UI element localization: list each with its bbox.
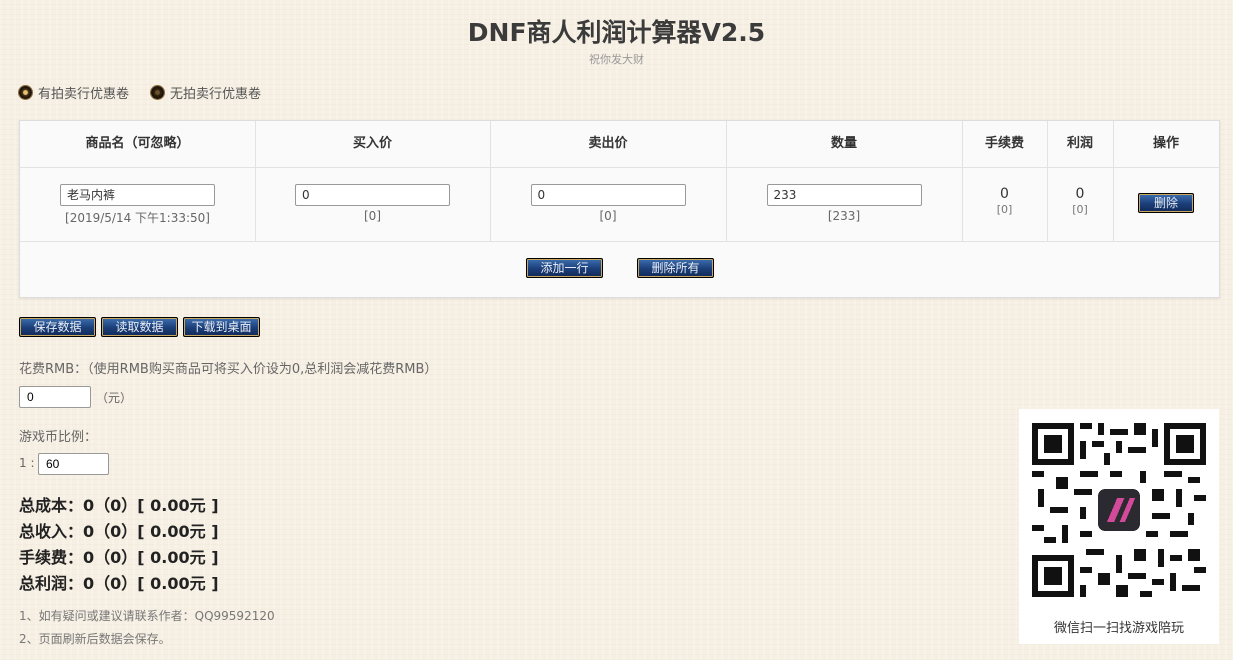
ratio-prefix: 1 : <box>19 456 35 470</box>
profit-sub: [0] <box>1072 203 1088 216</box>
rmb-label: 花费RMB：（使用RMB购买商品可将买入价设为0,总利润会减花费RMB） <box>19 362 438 377</box>
note-save: 2、页面刷新后数据会保存。 <box>19 632 171 646</box>
item-table: 商品名（可忽略） [2019/5/14 下午1:33:50] 买入价 [0] 卖… <box>19 120 1220 298</box>
column-profit: 利润 0 [0] <box>1047 121 1114 242</box>
header-qty: 数量 <box>726 121 962 168</box>
qr-caption: 微信扫一扫找游戏陪玩 <box>1053 621 1184 636</box>
delete-row-button[interactable]: 删除 <box>1138 193 1194 213</box>
total-cost: 总成本：0（0）[ 0.00元 ] <box>19 496 219 515</box>
header-action: 操作 <box>1113 121 1219 168</box>
coupon-radio-without[interactable]: 无拍卖行优惠卷 <box>151 83 261 102</box>
total-profit: 总利润：0（0）[ 0.00元 ] <box>19 574 219 593</box>
download-button[interactable]: 下载到桌面 <box>183 317 260 337</box>
item-name-input[interactable] <box>60 184 215 206</box>
radio-checked-icon <box>19 86 32 99</box>
note-contact: 1、如有疑问或建议请联系作者：QQ99592120 <box>19 609 275 623</box>
coupon-radio-with[interactable]: 有拍卖行优惠卷 <box>19 83 129 102</box>
quantity-input[interactable] <box>766 184 922 206</box>
item-timestamp: [2019/5/14 下午1:33:50] <box>65 211 210 225</box>
data-actions: 保存数据 读取数据 下载到桌面 <box>19 317 265 337</box>
page-title: DNF商人利润计算器V2.5 <box>467 18 766 47</box>
buy-price-input[interactable] <box>295 184 450 206</box>
coupon-radio-without-label: 无拍卖行优惠卷 <box>170 87 262 102</box>
cell-sell: [0] <box>490 168 726 242</box>
rmb-input[interactable] <box>19 386 91 408</box>
ratio-label: 游戏币比例： <box>19 430 98 445</box>
delete-all-button[interactable]: 删除所有 <box>637 258 714 278</box>
cell-profit: 0 [0] <box>1047 168 1113 242</box>
add-row-button[interactable]: 添加一行 <box>526 258 603 278</box>
cell-fee: 0 [0] <box>962 168 1047 242</box>
profit-value: 0 <box>1075 186 1085 202</box>
save-data-button[interactable]: 保存数据 <box>19 317 96 337</box>
column-qty: 数量 [233] <box>726 121 963 242</box>
total-fee: 手续费：0（0）[ 0.00元 ] <box>19 548 219 567</box>
header-profit: 利润 <box>1047 121 1113 168</box>
page-subtitle: 祝你发大财 <box>589 53 644 66</box>
column-action: 操作 删除 <box>1113 121 1219 242</box>
quantity-sub: [233] <box>827 209 861 223</box>
ratio-input[interactable] <box>38 453 109 475</box>
header-buy: 买入价 <box>255 121 490 168</box>
total-income: 总收入：0（0）[ 0.00元 ] <box>19 522 219 541</box>
cell-buy: [0] <box>255 168 490 242</box>
column-sell: 卖出价 [0] <box>490 121 727 242</box>
column-name: 商品名（可忽略） [2019/5/14 下午1:33:50] <box>20 121 256 242</box>
column-fee: 手续费 0 [0] <box>962 121 1048 242</box>
fee-sub: [0] <box>996 203 1013 216</box>
header-fee: 手续费 <box>962 121 1047 168</box>
fee-value: 0 <box>1000 186 1009 202</box>
cell-name: [2019/5/14 下午1:33:50] <box>20 168 255 242</box>
load-data-button[interactable]: 读取数据 <box>101 317 178 337</box>
coupon-radio-group: 有拍卖行优惠卷 无拍卖行优惠卷 <box>19 83 283 102</box>
table-footer: 添加一行 删除所有 <box>20 241 1219 297</box>
header-sell: 卖出价 <box>490 121 726 168</box>
buy-price-sub: [0] <box>364 209 381 223</box>
sell-price-input[interactable] <box>530 184 686 206</box>
qr-code-icon <box>1032 423 1206 597</box>
cell-qty: [233] <box>726 168 962 242</box>
sell-price-sub: [0] <box>599 209 617 223</box>
coupon-radio-with-label: 有拍卖行优惠卷 <box>38 87 130 102</box>
radio-unchecked-icon <box>151 86 165 99</box>
qr-panel: 微信扫一扫找游戏陪玩 <box>1019 409 1219 644</box>
column-buy: 买入价 [0] <box>255 121 491 242</box>
cell-action: 删除 <box>1113 168 1219 242</box>
header-name: 商品名（可忽略） <box>20 121 255 168</box>
rmb-unit: （元） <box>96 391 133 405</box>
